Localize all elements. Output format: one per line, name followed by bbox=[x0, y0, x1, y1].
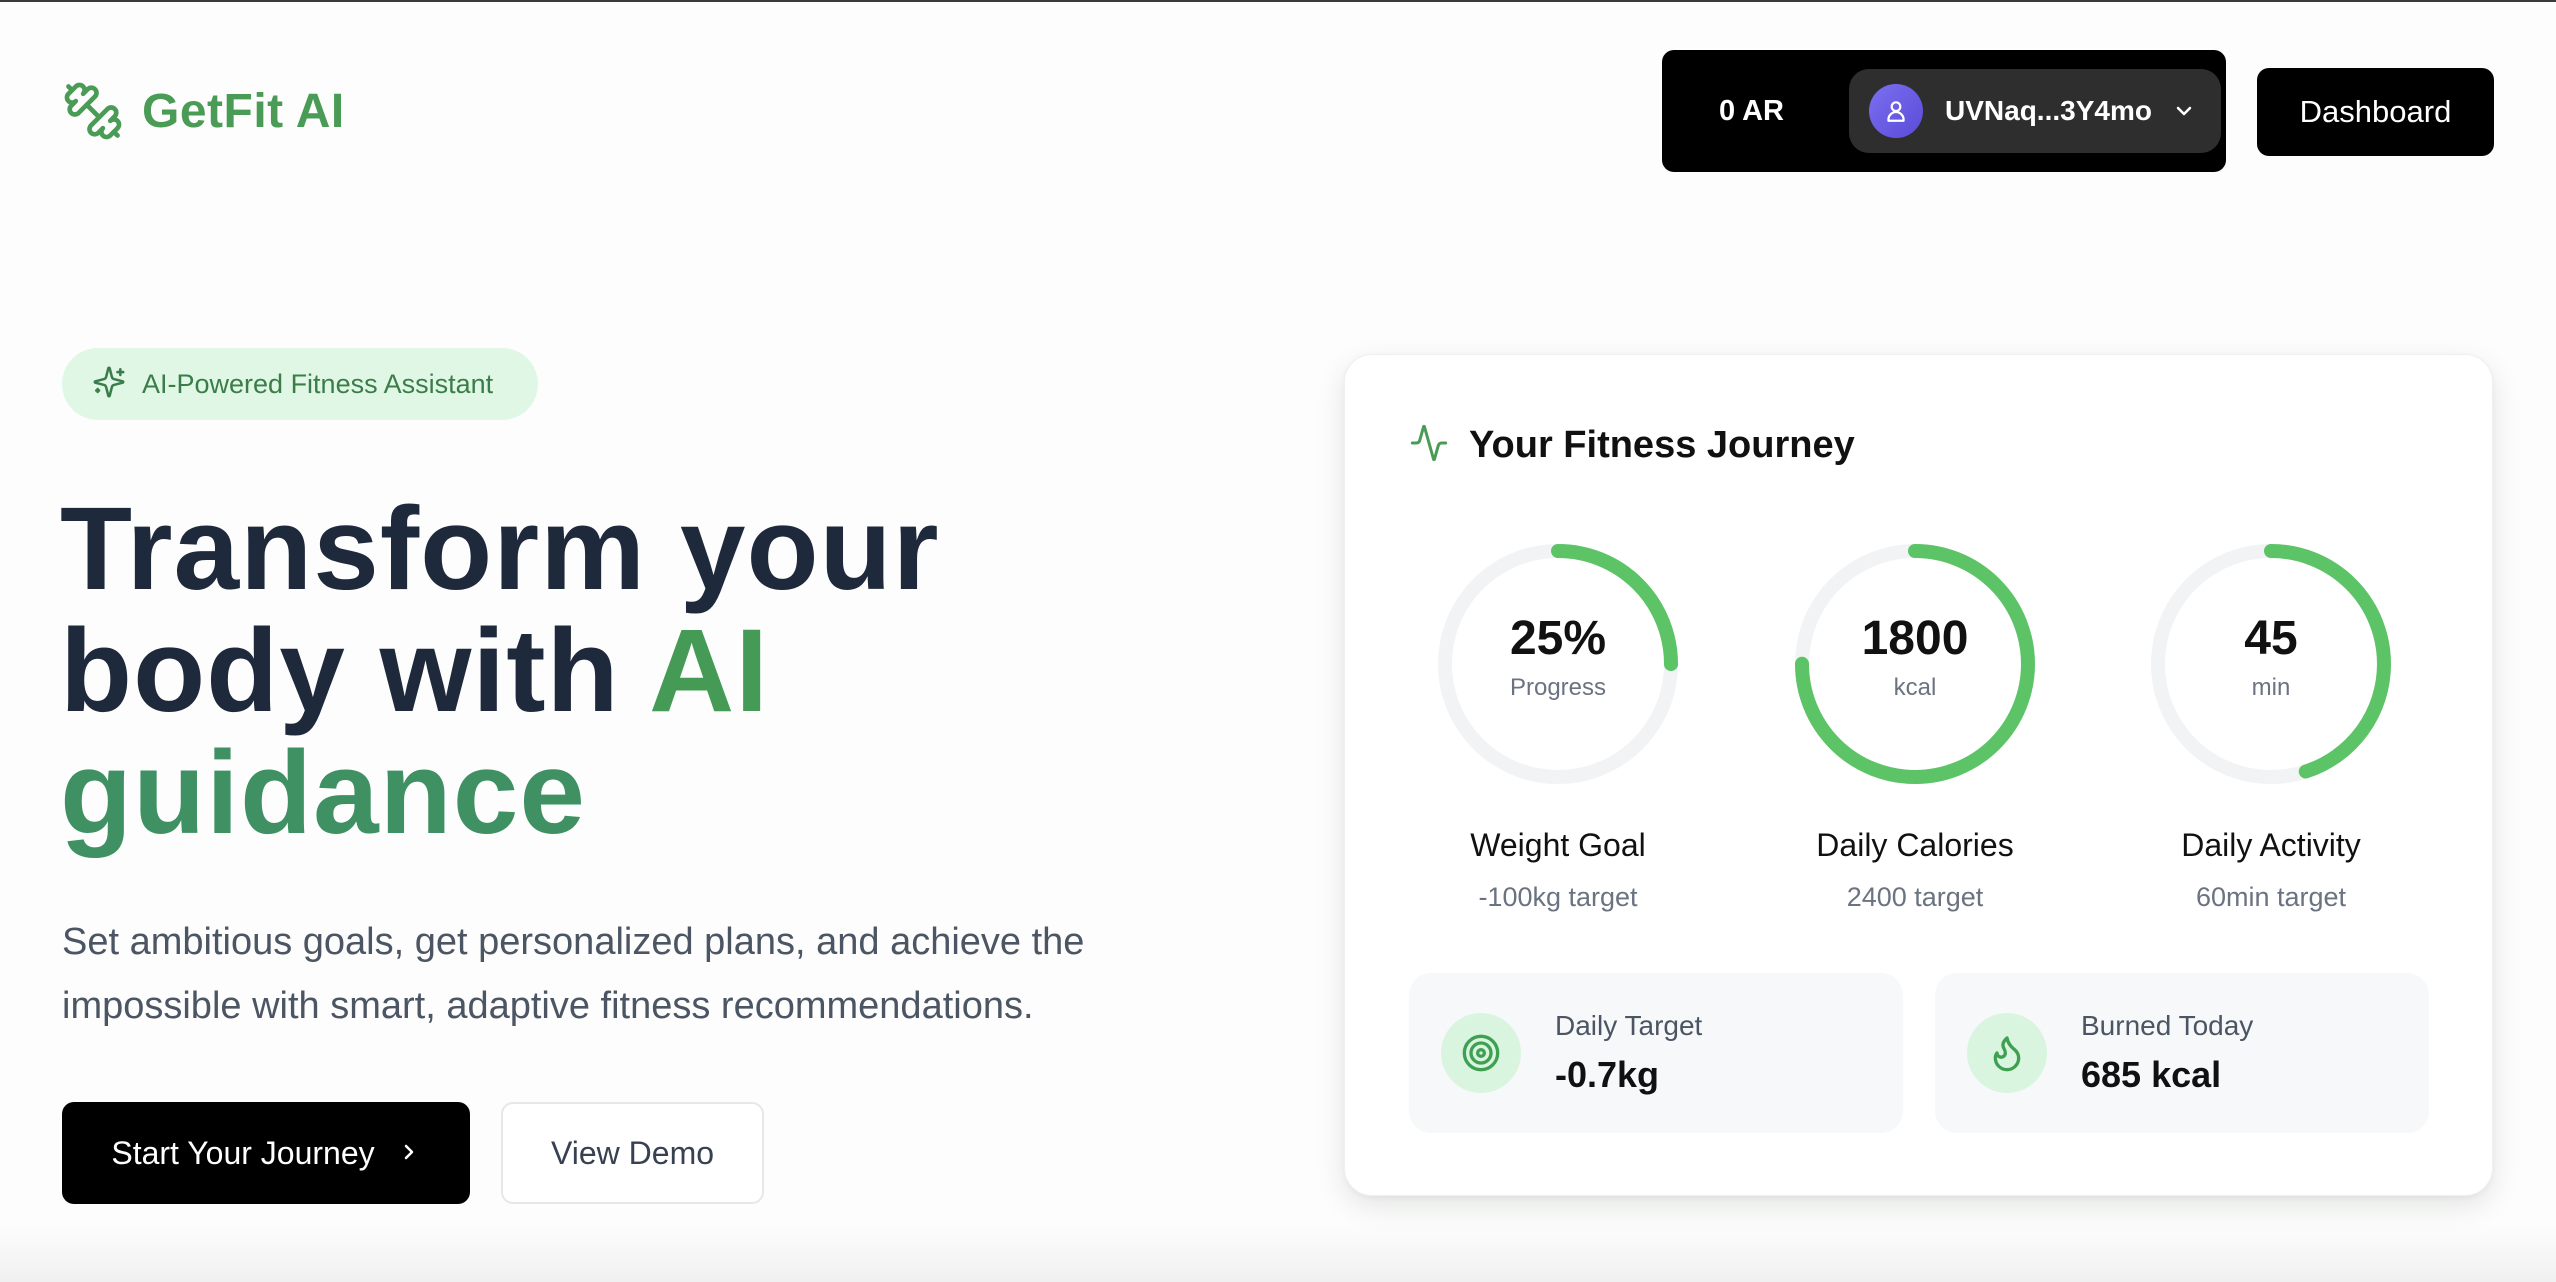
scroll-shadow bbox=[0, 1222, 2556, 1282]
card-title: Your Fitness Journey bbox=[1469, 424, 1855, 466]
headline-line1: Transform your bbox=[60, 483, 940, 615]
account-dropdown[interactable]: UVNaq...3Y4mo bbox=[1849, 69, 2221, 153]
app-logo[interactable]: GetFit AI bbox=[62, 80, 345, 142]
dashboard-button[interactable]: Dashboard bbox=[2257, 68, 2494, 156]
activity-icon bbox=[1409, 423, 1449, 468]
metric-value: 1800 bbox=[1861, 611, 1969, 665]
dumbbell-icon bbox=[62, 80, 124, 142]
stat-label: Daily Target bbox=[1555, 1010, 1703, 1041]
start-journey-label: Start Your Journey bbox=[111, 1134, 375, 1171]
headline-line2: body with bbox=[60, 605, 649, 737]
burned-today-stat: Burned Today 685 kcal bbox=[1935, 973, 2429, 1133]
badge-label: AI-Powered Fitness Assistant bbox=[142, 368, 494, 399]
metric-value: 45 bbox=[2244, 611, 2298, 665]
view-demo-button[interactable]: View Demo bbox=[501, 1102, 764, 1204]
stat-value: 685 kcal bbox=[2081, 1054, 2222, 1095]
chevron-right-icon bbox=[397, 1135, 421, 1172]
metric-target: 2400 target bbox=[1846, 882, 1984, 912]
hero-headline: Transform your body with AI guidance bbox=[60, 488, 1160, 854]
stat-label: Burned Today bbox=[2081, 1010, 2254, 1041]
sparkles-icon bbox=[92, 365, 126, 404]
daily-calories-metric: 1800 kcal Daily Calories 2400 target bbox=[1790, 539, 2040, 913]
stat-value: -0.7kg bbox=[1555, 1054, 1660, 1095]
metric-title: Daily Activity bbox=[2181, 827, 2361, 863]
daily-target-stat: Daily Target -0.7kg bbox=[1409, 973, 1903, 1133]
window-top-border bbox=[0, 0, 2556, 2]
card-header: Your Fitness Journey bbox=[1409, 423, 1855, 468]
target-icon bbox=[1441, 1013, 1521, 1093]
feature-badge: AI-Powered Fitness Assistant bbox=[62, 348, 538, 420]
fitness-journey-card: Your Fitness Journey 25% Progress Weight… bbox=[1344, 354, 2493, 1196]
app-name: GetFit AI bbox=[142, 84, 345, 138]
metric-target: 60min target bbox=[2195, 882, 2347, 912]
daily-activity-metric: 45 min Daily Activity 60min target bbox=[2146, 539, 2396, 913]
wallet-widget: 0 AR UVNaq...3Y4mo bbox=[1662, 50, 2226, 172]
metric-unit: kcal bbox=[1893, 673, 1937, 701]
metric-value: 25% bbox=[1509, 611, 1607, 665]
metric-title: Daily Calories bbox=[1816, 827, 2014, 863]
weight-goal-metric: 25% Progress Weight Goal -100kg target bbox=[1433, 539, 1683, 913]
metric-title: Weight Goal bbox=[1470, 827, 1646, 863]
user-avatar-icon bbox=[1869, 84, 1923, 138]
headline-highlight-guidance: guidance bbox=[60, 727, 586, 859]
start-journey-button[interactable]: Start Your Journey bbox=[62, 1102, 470, 1204]
metric-unit: Progress bbox=[1509, 673, 1607, 701]
metric-target: -100kg target bbox=[1478, 882, 1638, 912]
chevron-down-icon bbox=[2172, 99, 2196, 123]
wallet-balance: 0 AR bbox=[1719, 94, 1784, 127]
headline-highlight-ai: AI bbox=[649, 605, 769, 737]
account-address: UVNaq...3Y4mo bbox=[1945, 95, 2152, 126]
hero-subtext: Set ambitious goals, get personalized pl… bbox=[62, 921, 1085, 1027]
metric-unit: min bbox=[2251, 673, 2291, 701]
flame-icon bbox=[1967, 1013, 2047, 1093]
